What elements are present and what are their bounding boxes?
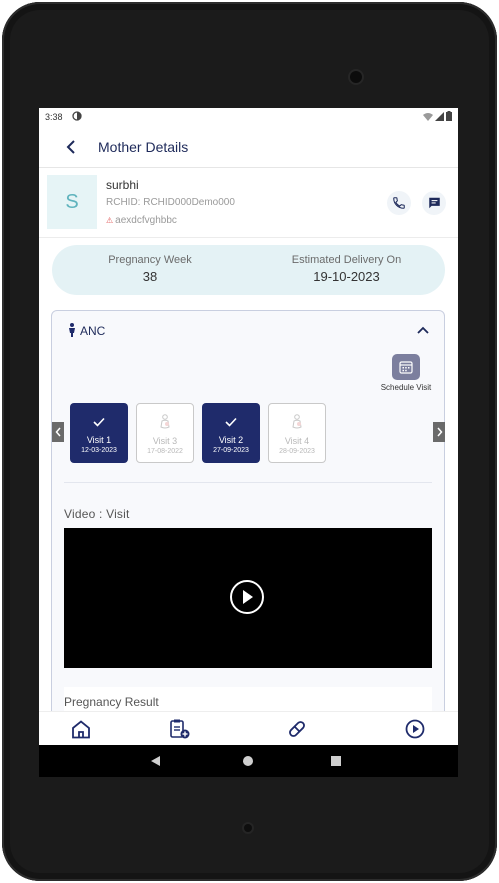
edd-value: 19-10-2023 (313, 269, 380, 284)
pregnancy-week-value: 38 (142, 269, 158, 284)
pregnancy-result-label: Pregnancy Result (64, 695, 159, 709)
recents-square-icon[interactable] (331, 756, 341, 766)
chevron-up-icon[interactable] (416, 323, 430, 337)
home-icon (72, 719, 90, 738)
chat-icon (428, 197, 440, 209)
visit-card[interactable]: Visit 3 17-08-2022 (136, 403, 194, 463)
mother-profile: S surbhi RCHID: RCHID000Demo000 ⚠ aexdcf… (39, 168, 458, 238)
clipboard-add-icon (170, 719, 190, 739)
avatar: S (47, 175, 97, 229)
visits-prev-button[interactable] (52, 422, 64, 442)
anc-title: ANC (80, 324, 106, 338)
status-bar: 3:38 (39, 108, 458, 125)
alert-row: ⚠ aexdcfvghbbc (106, 215, 177, 226)
back-triangle-icon[interactable] (151, 756, 161, 766)
message-button[interactable] (422, 191, 446, 215)
visit-card[interactable]: Visit 2 27-09-2023 (202, 403, 260, 463)
screen: 3:38 Mother Details S surbhi RCHID: RCHI… (39, 108, 458, 777)
visits-next-button[interactable] (433, 422, 445, 442)
mother-name: surbhi (106, 178, 139, 192)
camera-icon (350, 71, 362, 83)
calendar-icon (392, 354, 420, 380)
phone-icon (393, 197, 405, 209)
nav-videos[interactable] (403, 718, 427, 740)
check-icon (202, 411, 260, 433)
edd-label: Estimated Delivery On (291, 254, 402, 266)
pregnancy-week-block: Pregnancy Week 38 (52, 254, 248, 284)
pregnancy-week-label: Pregnancy Week (108, 254, 192, 266)
bottom-nav (39, 711, 458, 745)
divider (64, 482, 432, 483)
anc-header[interactable]: ANC (52, 311, 444, 351)
page-title: Mother Details (98, 139, 189, 155)
video-title: Video : Visit (64, 507, 130, 521)
app-header: Mother Details (39, 125, 458, 168)
visit-label: Visit 2 (218, 435, 244, 445)
visit-card[interactable]: Visit 1 12-03-2023 (70, 403, 128, 463)
schedule-visit-button[interactable]: Schedule Visit (378, 354, 434, 392)
call-button[interactable] (387, 191, 411, 215)
check-icon (70, 411, 128, 433)
visit-date: 28-09-2023 (279, 448, 315, 455)
edd-block: Estimated Delivery On 19-10-2023 (248, 254, 445, 284)
signal-icon (435, 111, 444, 121)
pregnant-woman-icon (137, 412, 193, 434)
pregnant-woman-icon (269, 412, 325, 434)
alert-text: aexdcfvghbbc (115, 215, 177, 226)
chevron-right-icon (436, 427, 442, 437)
visit-label: Visit 1 (86, 435, 112, 445)
nav-clipboard[interactable] (168, 718, 192, 740)
rchid-text: RCHID: RCHID000Demo000 (106, 197, 235, 208)
play-circle-icon (405, 719, 425, 739)
home-circle-icon[interactable] (243, 756, 253, 766)
pill-icon (289, 721, 305, 737)
status-time: 3:38 (45, 112, 63, 122)
play-button[interactable] (230, 580, 264, 614)
sensor-dot (244, 824, 252, 832)
play-icon (243, 590, 253, 604)
woman-icon (69, 323, 75, 337)
battery-icon (446, 111, 452, 121)
anc-card: ANC Schedule Visit Visit 1 12-03-2023 Vi… (51, 310, 445, 777)
visit-label: Visit 4 (284, 436, 310, 446)
chevron-left-icon (55, 427, 61, 437)
visit-label: Visit 3 (152, 436, 178, 446)
status-icons (423, 111, 452, 121)
system-nav-bar (39, 745, 458, 777)
nav-medicine[interactable] (285, 718, 309, 740)
visit-card[interactable]: Visit 4 28-09-2023 (268, 403, 326, 463)
visit-date: 17-08-2022 (147, 448, 183, 455)
warning-icon: ⚠ (106, 216, 114, 225)
video-player[interactable] (64, 528, 432, 668)
wifi-icon (423, 112, 433, 121)
device-frame: 3:38 Mother Details S surbhi RCHID: RCHI… (0, 0, 499, 883)
pregnancy-summary: Pregnancy Week 38 Estimated Delivery On … (52, 245, 445, 295)
chevron-left-icon (66, 140, 75, 154)
visit-date: 27-09-2023 (213, 447, 249, 454)
back-button[interactable] (61, 137, 81, 157)
visit-date: 12-03-2023 (81, 447, 117, 454)
nav-home[interactable] (69, 718, 93, 740)
data-saver-icon (72, 111, 82, 121)
schedule-visit-label: Schedule Visit (380, 383, 432, 392)
